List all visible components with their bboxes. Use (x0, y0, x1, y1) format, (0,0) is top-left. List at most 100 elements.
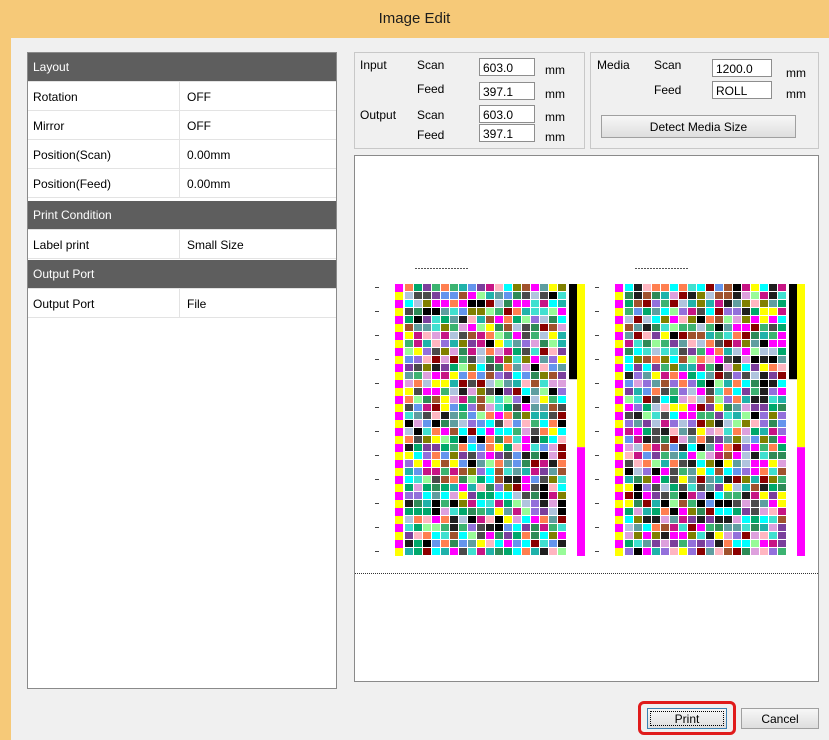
color-patch (522, 340, 530, 347)
color-patch (751, 452, 759, 459)
color-patch (661, 308, 669, 315)
target-header-mark (448, 268, 450, 269)
color-patch (486, 308, 494, 315)
color-patch (423, 548, 431, 555)
color-patch (643, 380, 651, 387)
color-patch (459, 476, 467, 483)
color-patch (450, 292, 458, 299)
column-divider (179, 230, 180, 258)
detect-media-size-button[interactable]: Detect Media Size (601, 115, 796, 138)
print-button[interactable]: Print (647, 708, 727, 729)
color-patch (634, 548, 642, 555)
color-patch (634, 348, 642, 355)
color-patch (778, 532, 786, 539)
target-header-mark (671, 268, 673, 269)
property-value[interactable]: 0.00mm (187, 148, 230, 162)
color-patch (423, 468, 431, 475)
color-patch (522, 500, 530, 507)
property-value[interactable]: File (187, 297, 206, 311)
color-patch (742, 324, 750, 331)
color-patch (423, 412, 431, 419)
color-patch (625, 292, 633, 299)
color-patch (522, 300, 530, 307)
color-patch (441, 500, 449, 507)
property-value[interactable]: OFF (187, 90, 211, 104)
target-header-mark (451, 268, 453, 269)
registration-tick (375, 527, 379, 528)
media-scan-field[interactable]: 1200.0 (712, 59, 772, 77)
color-patch (414, 300, 422, 307)
color-patch (661, 524, 669, 531)
color-patch (495, 420, 503, 427)
color-patch (486, 516, 494, 523)
color-patch (405, 548, 413, 555)
column-divider (179, 289, 180, 317)
color-patch (670, 476, 678, 483)
color-patch (724, 316, 732, 323)
color-patch (513, 444, 521, 451)
color-patch (688, 372, 696, 379)
color-patch (715, 348, 723, 355)
color-patch (468, 388, 476, 395)
color-patch (751, 364, 759, 371)
color-patch (760, 516, 768, 523)
color-patch (549, 308, 557, 315)
color-patch (513, 420, 521, 427)
input-scan-field[interactable]: 603.0 (479, 58, 535, 76)
property-row-rotation[interactable]: Rotation OFF (28, 82, 336, 111)
color-patch (504, 412, 512, 419)
color-patch (540, 324, 548, 331)
color-patch (697, 308, 705, 315)
color-patch (625, 492, 633, 499)
color-patch (405, 364, 413, 371)
color-patch (558, 372, 566, 379)
color-patch (432, 356, 440, 363)
color-patch (652, 388, 660, 395)
media-feed-field[interactable]: ROLL (712, 81, 772, 99)
color-patch (733, 324, 741, 331)
property-value[interactable]: 0.00mm (187, 177, 230, 191)
property-value[interactable]: Small Size (187, 238, 244, 252)
color-patch (751, 492, 759, 499)
color-patch (405, 540, 413, 547)
edge-strip-patch (395, 324, 403, 332)
color-patch (423, 300, 431, 307)
color-patch (697, 500, 705, 507)
color-patch (769, 444, 777, 451)
edge-strip-patch (395, 476, 403, 484)
color-patch (742, 532, 750, 539)
input-feed-field[interactable]: 397.1 (479, 82, 535, 100)
color-patch (778, 412, 786, 419)
property-row-output-port[interactable]: Output Port File (28, 289, 336, 318)
property-row-position-scan[interactable]: Position(Scan) 0.00mm (28, 140, 336, 169)
color-patch (477, 324, 485, 331)
cancel-button[interactable]: Cancel (741, 708, 819, 729)
print-preview[interactable] (354, 155, 819, 682)
color-patch (688, 300, 696, 307)
color-patch (751, 516, 759, 523)
output-feed-field[interactable]: 397.1 (479, 124, 535, 142)
property-row-label-print[interactable]: Label print Small Size (28, 230, 336, 259)
color-patch (495, 332, 503, 339)
color-patch (504, 356, 512, 363)
color-patch (760, 340, 768, 347)
color-patch (625, 348, 633, 355)
color-patch (405, 348, 413, 355)
property-value[interactable]: OFF (187, 119, 211, 133)
color-patch (414, 356, 422, 363)
color-patch (450, 340, 458, 347)
section-header-label: Print Condition (33, 208, 112, 222)
color-patch (778, 476, 786, 483)
target-header-mark (424, 268, 426, 269)
color-patch (405, 404, 413, 411)
output-scan-field[interactable]: 603.0 (479, 105, 535, 123)
property-row-position-feed[interactable]: Position(Feed) 0.00mm (28, 169, 336, 198)
color-patch (423, 524, 431, 531)
color-patch (715, 436, 723, 443)
color-patch (742, 284, 750, 291)
property-row-mirror[interactable]: Mirror OFF (28, 111, 336, 140)
edge-strip-patch (615, 356, 623, 364)
edge-strip-patch (395, 388, 403, 396)
color-patch (733, 524, 741, 531)
color-patch (414, 444, 422, 451)
